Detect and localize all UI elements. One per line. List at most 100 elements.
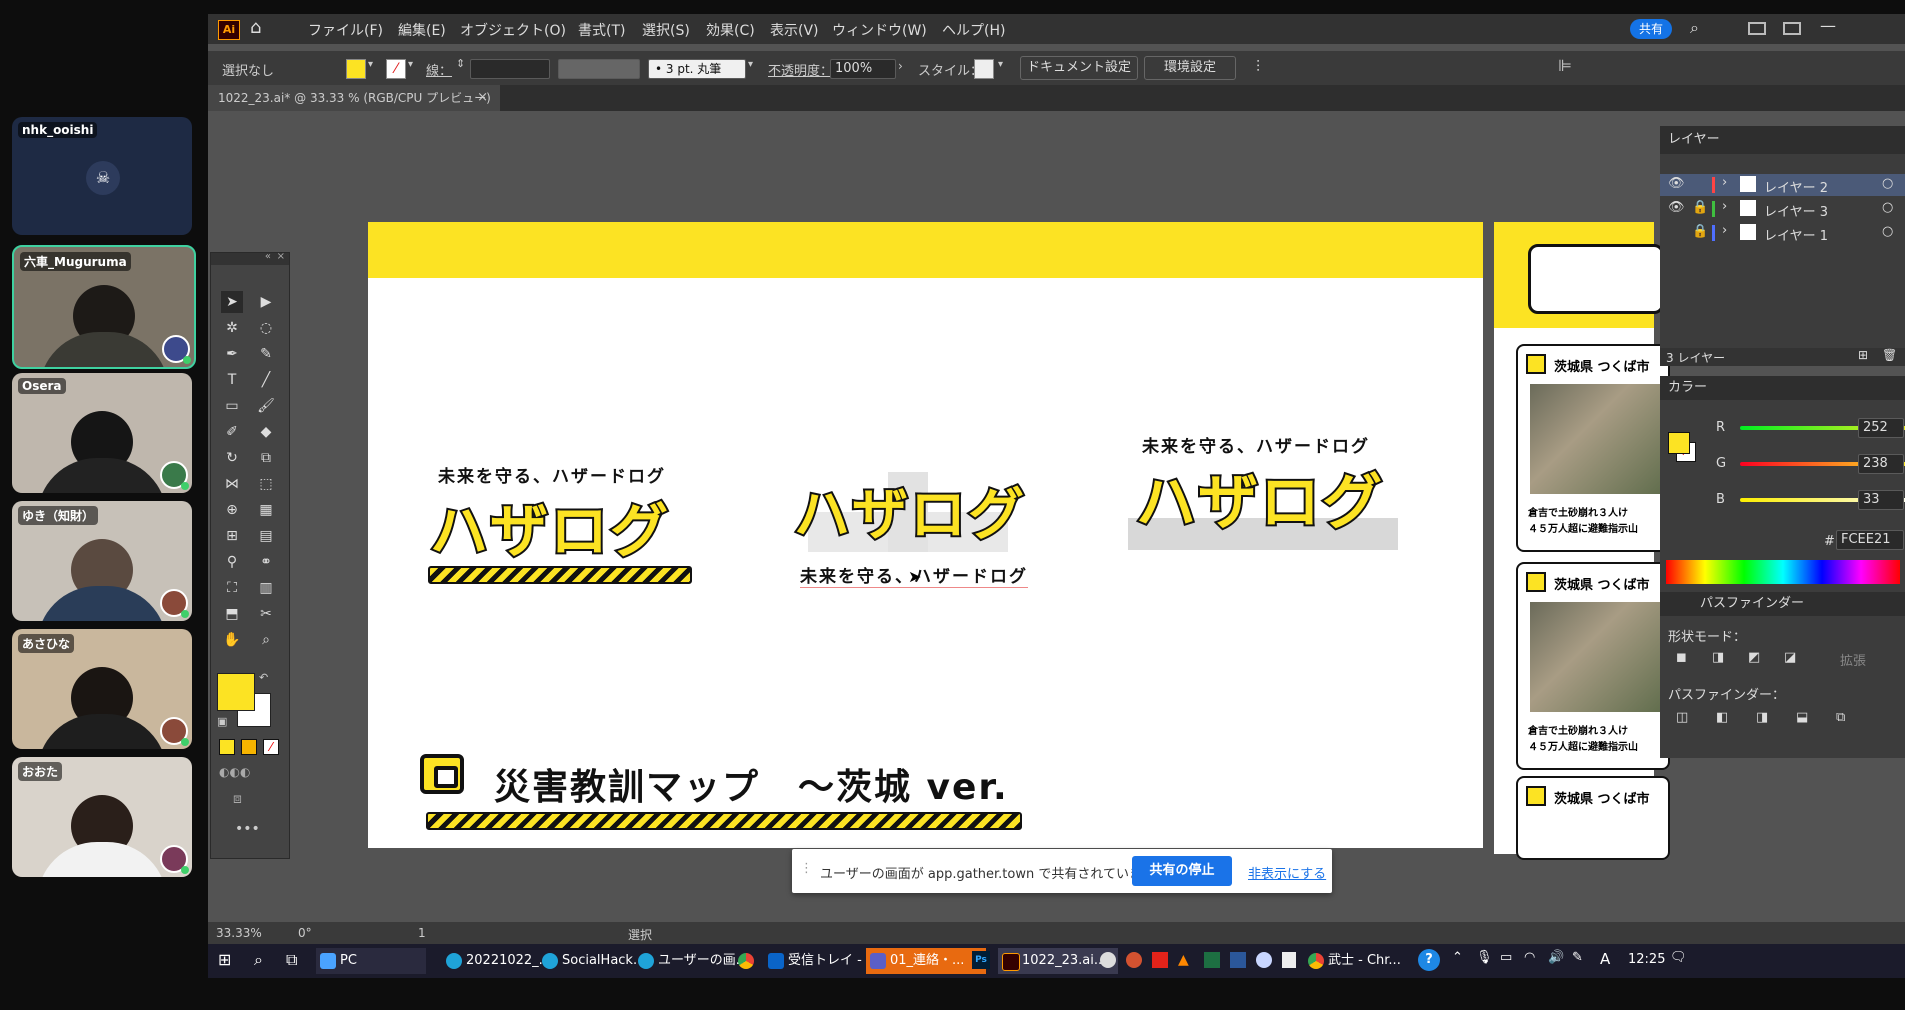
rectangle-tool-icon[interactable]: ▭: [221, 395, 243, 417]
menu-file[interactable]: ファイル(F): [308, 20, 383, 40]
taskbar-item-edge-3[interactable]: ユーザーの画...: [634, 948, 752, 974]
share-button[interactable]: 共有: [1630, 19, 1672, 39]
layer-row[interactable]: 👁 › レイヤー 2 ○: [1660, 174, 1905, 196]
divide-icon[interactable]: ◫: [1676, 710, 1688, 725]
magic-wand-tool-icon[interactable]: ✲: [221, 317, 243, 339]
draw-mode-icon[interactable]: ◐◐◐: [219, 765, 250, 779]
symbol-sprayer-tool-icon[interactable]: ⛶: [221, 577, 243, 599]
free-transform-tool-icon[interactable]: ⬚: [255, 473, 277, 495]
map-card[interactable]: 茨城県 つくば市: [1516, 776, 1670, 860]
wifi-icon[interactable]: ◠: [1524, 950, 1535, 965]
trim-icon[interactable]: ◧: [1716, 710, 1728, 725]
variable-width-dropdown[interactable]: [558, 59, 640, 79]
word-icon[interactable]: [1230, 952, 1246, 968]
taskbar-item-pc[interactable]: PC: [316, 948, 426, 974]
type-tool-icon[interactable]: T: [221, 369, 243, 391]
hex-input[interactable]: FCEE21: [1836, 530, 1904, 550]
pen-icon[interactable]: ✎: [1572, 950, 1583, 965]
windows-start-icon[interactable]: ⊞: [218, 950, 231, 969]
chevron-up-icon[interactable]: ⌃: [1452, 950, 1463, 965]
document-tab[interactable]: 1022_23.ai* @ 33.33 % (RGB/CPU プレビュー) ×: [208, 85, 500, 111]
artboard-tool-icon[interactable]: ⬒: [221, 603, 243, 625]
hand-tool-icon[interactable]: ✋: [221, 629, 243, 651]
workspace-icon[interactable]: [1748, 22, 1766, 35]
hide-link[interactable]: 非表示にする: [1248, 863, 1326, 882]
clock[interactable]: 12:25: [1628, 952, 1665, 967]
notification-icon[interactable]: 🗨: [1670, 950, 1687, 965]
panel-header[interactable]: « ×: [211, 251, 289, 265]
task-view-icon[interactable]: ⧉: [286, 950, 297, 970]
outline-icon[interactable]: ⧉: [1836, 710, 1845, 725]
participant-tile[interactable]: Osera: [12, 373, 192, 493]
document-settings-button[interactable]: ドキュメント設定: [1020, 56, 1138, 80]
target-icon[interactable]: ○: [1882, 224, 1893, 239]
screen-mode-icon[interactable]: ⧈: [233, 791, 242, 807]
visibility-eye-icon[interactable]: 👁: [1668, 200, 1685, 215]
vlc-icon[interactable]: ▲: [1178, 952, 1189, 968]
stroke-weight-stepper[interactable]: ⇕: [456, 57, 465, 70]
powerpoint-icon[interactable]: [1126, 952, 1142, 968]
photoshop-icon[interactable]: Ps: [972, 951, 990, 969]
taskbar-item-teams[interactable]: 01_連絡・...: [866, 948, 986, 974]
unite-icon[interactable]: ◼: [1676, 650, 1687, 665]
zoom-level[interactable]: 33.33%: [216, 926, 262, 940]
minimize-icon[interactable]: —: [1820, 16, 1836, 35]
new-layer-icon[interactable]: ⊞: [1858, 348, 1868, 362]
line-tool-icon[interactable]: ╱: [255, 369, 277, 391]
panel-tab[interactable]: パスファインダー: [1660, 592, 1905, 616]
menu-edit[interactable]: 編集(E): [398, 20, 446, 40]
drag-handle-icon[interactable]: ⋮: [800, 861, 813, 876]
opacity-input[interactable]: 100%: [830, 59, 896, 79]
more-tools-icon[interactable]: •••: [235, 821, 260, 837]
direct-selection-tool-icon[interactable]: ▶: [255, 291, 277, 313]
acrobat-icon[interactable]: [1152, 952, 1168, 968]
chevron-down-icon[interactable]: ▾: [998, 59, 1003, 70]
brush-dropdown[interactable]: • 3 pt. 丸筆: [648, 59, 746, 79]
arrange-icon[interactable]: [1783, 22, 1801, 35]
menu-type[interactable]: 書式(T): [578, 20, 625, 40]
panel-tab[interactable]: カラー: [1660, 376, 1905, 400]
none-mode-icon[interactable]: ⁄: [263, 739, 279, 755]
map-card[interactable]: 茨城県 つくば市 倉吉で土砂崩れ３人け ４５万人超に避難指示山: [1516, 344, 1670, 552]
style-swatch[interactable]: [974, 59, 994, 79]
align-icon[interactable]: ⊫: [1558, 56, 1572, 75]
participant-tile[interactable]: ゆき（知財）: [12, 501, 192, 621]
participant-tile[interactable]: 六車_Muguruma: [12, 245, 196, 369]
perspective-grid-tool-icon[interactable]: ▦: [255, 499, 277, 521]
curvature-tool-icon[interactable]: ✎: [255, 343, 277, 365]
gradient-mode-icon[interactable]: [241, 739, 257, 755]
eyedropper-tool-icon[interactable]: ⚲: [221, 551, 243, 573]
panel-tab[interactable]: レイヤー: [1660, 126, 1905, 154]
fill-color-swatch[interactable]: [217, 673, 255, 711]
eraser-tool-icon[interactable]: ◆: [255, 421, 277, 443]
stop-sharing-button[interactable]: 共有の停止: [1132, 856, 1232, 886]
fill-swatch[interactable]: [346, 59, 366, 79]
lock-icon[interactable]: 🔒: [1692, 224, 1708, 239]
r-input[interactable]: 252: [1858, 418, 1904, 438]
ime-indicator[interactable]: A: [1600, 950, 1610, 968]
artboard[interactable]: 未来を守る、ハザードログ ハザログ ハザログ 未来を守る、ハザードログ ➤ 未来…: [368, 222, 1483, 848]
participant-tile[interactable]: あさひな: [12, 629, 192, 749]
chevron-right-icon[interactable]: ›: [1722, 223, 1727, 238]
participant-tile[interactable]: おおた: [12, 757, 192, 877]
target-icon[interactable]: ○: [1882, 176, 1893, 191]
chrome-icon[interactable]: [738, 953, 754, 969]
default-colors-icon[interactable]: ▣: [217, 715, 227, 728]
notepad-icon[interactable]: [1282, 952, 1296, 968]
swap-colors-icon[interactable]: ↶: [259, 671, 268, 684]
help-icon[interactable]: ?: [1418, 949, 1440, 971]
app-icon[interactable]: [1100, 952, 1116, 968]
layer-row[interactable]: 🔒 › レイヤー 1 ○: [1660, 222, 1905, 244]
rotation-value[interactable]: 0°: [298, 926, 312, 940]
menu-view[interactable]: 表示(V): [770, 20, 819, 40]
page-number[interactable]: 1: [418, 926, 426, 940]
battery-icon[interactable]: ▭: [1500, 950, 1512, 965]
chevron-right-icon[interactable]: ›: [898, 59, 903, 73]
color-spectrum[interactable]: [1666, 560, 1900, 584]
merge-icon[interactable]: ◨: [1756, 710, 1768, 725]
fill-swatch[interactable]: [1668, 432, 1690, 454]
b-input[interactable]: 33: [1858, 490, 1904, 510]
chevron-right-icon[interactable]: ›: [1722, 175, 1727, 190]
chevron-down-icon[interactable]: ▾: [368, 59, 373, 70]
stroke-swatch[interactable]: ⁄: [386, 59, 406, 79]
